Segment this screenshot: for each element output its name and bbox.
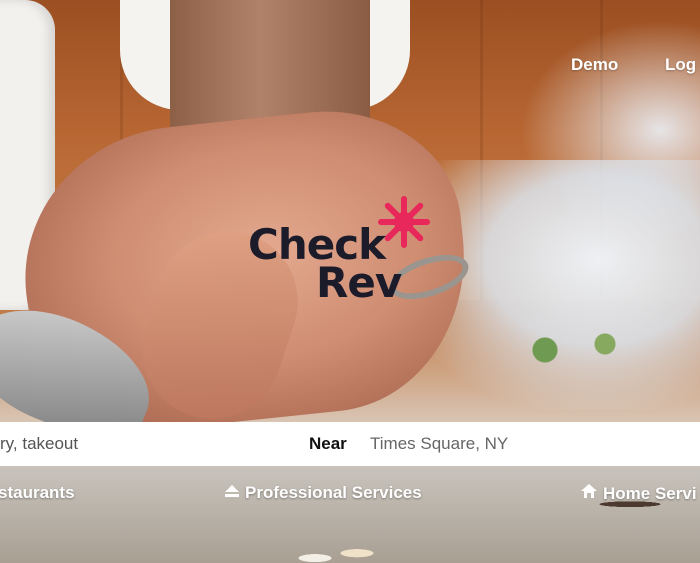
category-professional-services[interactable]: Professional Services <box>224 483 422 503</box>
brand-logo[interactable]: Check Rev <box>248 196 438 307</box>
category-home-services[interactable]: Home Servi <box>580 483 697 504</box>
nav-demo-link[interactable]: Demo <box>571 55 618 75</box>
search-find-input[interactable]: ry, takeout <box>0 434 78 454</box>
hero-greens <box>500 320 650 380</box>
starburst-icon <box>378 196 430 248</box>
category-label-restaurants: staurants <box>0 483 75 502</box>
logo-text-line2: Rev <box>316 258 402 307</box>
search-near-input[interactable]: Times Square, NY <box>370 434 508 454</box>
nav-login-link[interactable]: Log <box>665 55 696 75</box>
category-restaurants[interactable]: staurants <box>0 483 75 503</box>
search-bar: ry, takeout Near Times Square, NY <box>0 422 700 466</box>
category-label-professional: Professional Services <box>245 483 422 502</box>
eject-icon <box>224 483 240 503</box>
category-label-home: Home Servi <box>603 484 697 503</box>
hero-food <box>0 465 700 563</box>
home-icon <box>580 483 598 504</box>
near-label: Near <box>309 434 347 453</box>
